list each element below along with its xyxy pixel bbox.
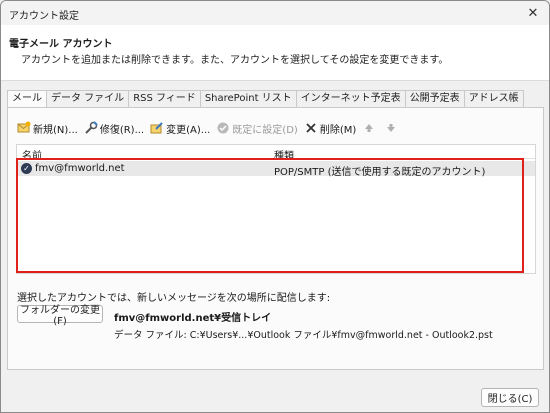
account-settings-dialog: アカウント設定 ✕ 電子メール アカウント アカウントを追加または削除できます。… [0,0,550,413]
tab-internet-calendars[interactable]: インターネット予定表 [295,90,406,108]
column-header-type[interactable]: 種類 [274,147,294,162]
close-icon[interactable]: ✕ [523,3,543,23]
mail-tab-panel: 新規(N)... 修復(R)... 変更(A)... 既定に設定(D) 削除(M… [7,107,544,370]
set-default-label: 既定に設定(D) [232,124,298,136]
delete-label: 削除(M) [319,124,357,136]
header-title: 電子メール アカウント [9,39,113,50]
header-description: アカウントを追加または削除できます。また、アカウントを選択してその設定を変更でき… [21,55,449,66]
tab-published-calendars[interactable]: 公開予定表 [404,90,465,108]
move-up-button[interactable] [362,120,378,136]
tab-data-files[interactable]: データ ファイル [46,90,130,108]
account-name: fmv@fmworld.net [35,163,125,174]
window-title: アカウント設定 [9,11,79,22]
arrow-up-icon [362,121,376,135]
account-list[interactable]: 名前 種類 ✓ fmv@fmworld.net POP/SMTP (送信で使用す… [16,144,536,274]
title-bar: アカウント設定 ✕ [1,1,549,25]
new-account-label: 新規(N)... [33,124,78,136]
change-folder-button[interactable]: フォルダーの変更(F) [17,305,103,327]
repair-button[interactable]: 修復(R)... [84,120,144,136]
tab-sharepoint-lists[interactable]: SharePoint リスト [199,90,297,108]
delete-button[interactable]: 削除(M) [304,120,356,136]
close-button[interactable]: 閉じる(C) [481,388,539,407]
change-label: 変更(A)... [166,124,211,136]
repair-label: 修復(R)... [99,124,145,136]
new-account-icon [17,121,31,135]
column-header-name[interactable]: 名前 [22,147,42,162]
tab-strip: メール データ ファイル RSS フィード SharePoint リスト インタ… [7,90,524,109]
set-default-button[interactable]: 既定に設定(D) [216,120,298,136]
data-file-path: データ ファイル: C:¥Users¥...¥Outlook ファイル¥fmv@… [114,330,493,341]
new-account-button[interactable]: 新規(N)... [17,120,78,136]
set-default-check-icon [216,121,230,135]
change-settings-icon [150,121,164,135]
dialog-header: 電子メール アカウント アカウントを追加または削除できます。また、アカウントを選… [1,25,549,81]
account-toolbar: 新規(N)... 修復(R)... 変更(A)... 既定に設定(D) 削除(M… [17,120,406,136]
list-header: 名前 種類 [17,145,535,162]
tab-address-books[interactable]: アドレス帳 [463,90,524,108]
account-type: POP/SMTP (送信で使用する既定のアカウント) [274,167,486,178]
default-account-check-icon: ✓ [21,163,32,174]
arrow-down-icon [384,121,398,135]
delete-x-icon [304,121,318,135]
delivery-folder-path: fmv@fmworld.net¥受信トレイ [114,313,272,324]
wrench-icon [84,121,98,135]
account-row[interactable]: ✓ fmv@fmworld.net POP/SMTP (送信で使用する既定のアカ… [17,161,535,178]
change-button[interactable]: 変更(A)... [150,120,210,136]
tab-rss-feeds[interactable]: RSS フィード [128,90,201,108]
move-down-button[interactable] [384,120,400,136]
